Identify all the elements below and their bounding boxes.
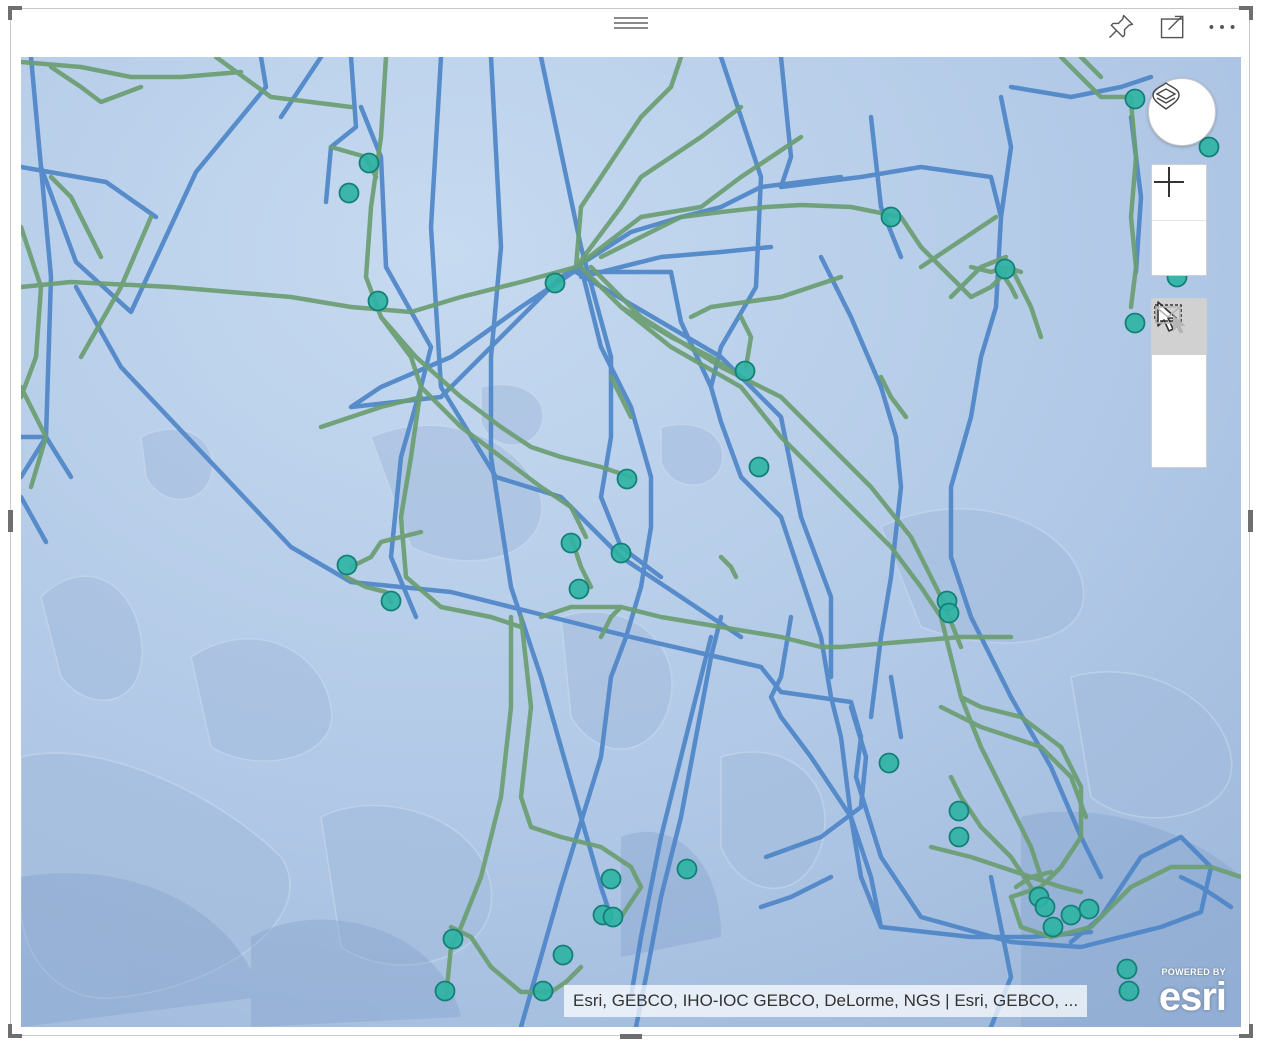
point <box>948 800 970 822</box>
point <box>994 258 1016 280</box>
zoom-controls <box>1151 164 1207 276</box>
point <box>532 980 554 1002</box>
more-options-icon[interactable] <box>1204 12 1240 42</box>
reference-layer-select-icon <box>1155 306 1185 333</box>
map-attribution: Esri, GEBCO, IHO-IOC GEBCO, DeLorme, NGS… <box>564 985 1088 1017</box>
focus-mode-icon[interactable] <box>1156 12 1190 42</box>
selection-tools <box>1151 298 1207 468</box>
minus-icon <box>1154 181 1184 183</box>
point <box>552 944 574 966</box>
resize-handle-tr-v[interactable] <box>1249 6 1253 20</box>
point <box>948 826 970 848</box>
map-layer <box>21 57 1241 1027</box>
resize-handle-tl-v[interactable] <box>8 6 12 20</box>
esri-logo: POWERED BY esri <box>1116 965 1234 1019</box>
point <box>338 182 360 204</box>
point <box>748 456 770 478</box>
point <box>544 272 566 294</box>
point <box>734 360 756 382</box>
point <box>600 868 622 890</box>
point <box>1124 88 1146 110</box>
point <box>336 554 358 576</box>
point <box>380 590 402 612</box>
esri-brand: esri <box>1158 975 1227 1019</box>
resize-handle-br-v[interactable] <box>1249 1024 1253 1038</box>
point <box>880 206 902 228</box>
resize-handle-bl-v[interactable] <box>8 1024 12 1038</box>
resize-handle-bottom[interactable] <box>620 1034 642 1039</box>
pin-icon[interactable] <box>1104 12 1138 42</box>
basemap-toggle-button[interactable] <box>1148 78 1216 146</box>
point <box>442 928 464 950</box>
point <box>434 980 456 1002</box>
point <box>676 858 698 880</box>
point <box>602 906 624 928</box>
point <box>358 152 380 174</box>
point <box>1124 312 1146 334</box>
point <box>568 578 590 600</box>
layers-icon <box>1152 82 1180 110</box>
point <box>610 542 632 564</box>
point <box>560 532 582 554</box>
point <box>1078 898 1100 920</box>
point <box>878 752 900 774</box>
point <box>1198 136 1220 158</box>
resize-handle-left[interactable] <box>8 510 13 532</box>
point <box>1034 896 1056 918</box>
reference-layer-select-button[interactable] <box>1152 306 1206 467</box>
point <box>938 602 960 624</box>
map-canvas[interactable]: Esri, GEBCO, IHO-IOC GEBCO, DeLorme, NGS… <box>21 57 1241 1027</box>
point <box>1060 904 1082 926</box>
point <box>616 468 638 490</box>
drag-handle-icon[interactable] <box>614 14 648 32</box>
zoom-out-button[interactable] <box>1152 181 1206 276</box>
rectangle-select-button[interactable] <box>1152 304 1206 411</box>
point <box>367 290 389 312</box>
resize-handle-right[interactable] <box>1248 510 1253 532</box>
point <box>1042 916 1064 938</box>
